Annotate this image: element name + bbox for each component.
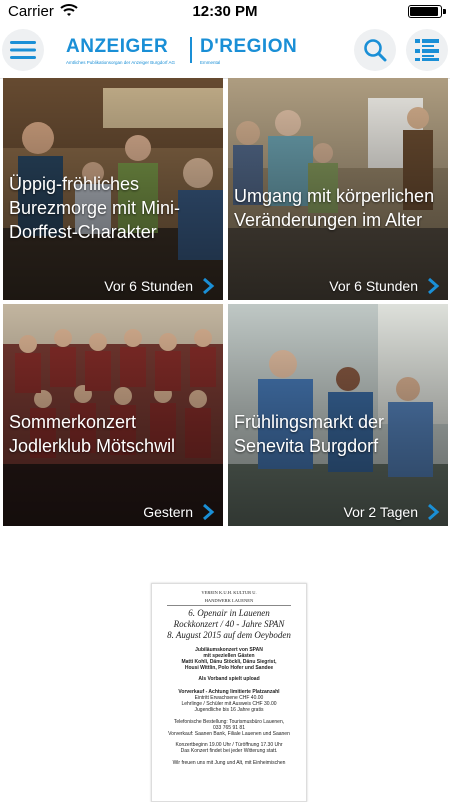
ad-text-line: Das Konzert findet bei jeder Witterung s… bbox=[180, 748, 278, 754]
article-title: Umgang mit körperlichen Veränderungen im… bbox=[234, 186, 435, 230]
ad-poster[interactable]: VEREIN K.U.H. KULTUR U. HANDWERK LAUENEN… bbox=[151, 583, 307, 802]
clock: 12:30 PM bbox=[192, 3, 258, 20]
article-time: Vor 6 Stunden bbox=[329, 278, 418, 294]
article-card[interactable]: Üppig-fröhliches Burezmorge mit Mini-Dor… bbox=[3, 78, 223, 300]
article-card[interactable]: Frühlingsmarkt der Senevita Burgdorf Vor… bbox=[228, 304, 448, 526]
advertisement-area: VEREIN K.U.H. KULTUR U. HANDWERK LAUENEN… bbox=[0, 527, 450, 802]
menu-button[interactable] bbox=[2, 29, 44, 71]
chevron-right-icon bbox=[203, 277, 215, 295]
ad-divider bbox=[167, 605, 291, 606]
article-time: Gestern bbox=[143, 504, 193, 520]
app-header: ANZEIGER D'REGION Amtliches Publikations… bbox=[0, 22, 450, 79]
status-bar: Carrier 12:30 PM bbox=[0, 0, 450, 22]
chevron-right-icon bbox=[203, 503, 215, 521]
article-time: Vor 2 Tagen bbox=[343, 504, 418, 520]
logo-left-text: ANZEIGER bbox=[66, 36, 169, 57]
chevron-right-icon bbox=[428, 503, 440, 521]
article-title: Üppig-fröhliches Burezmorge mit Mini-Dor… bbox=[9, 174, 181, 242]
article-title: Frühlingsmarkt der Senevita Burgdorf bbox=[234, 412, 385, 456]
ad-org-line1: VEREIN K.U.H. KULTUR U. bbox=[201, 590, 257, 595]
ad-headline: 6. Openair in Lauenen bbox=[188, 608, 270, 618]
ad-text-line: Jugendliche bis 16 Jahre gratis bbox=[194, 707, 264, 713]
logo-divider bbox=[190, 37, 192, 63]
list-view-button[interactable] bbox=[406, 29, 448, 71]
logo-right-subtitle: Emmental bbox=[200, 60, 221, 65]
ad-headline: 8. August 2015 auf dem Oeyboden bbox=[167, 630, 291, 640]
ad-org-line2: HANDWERK LAUENEN bbox=[204, 598, 254, 603]
hamburger-icon bbox=[10, 41, 36, 59]
ad-text-line: Housi Wittlin, Polo Hofer und Sandee bbox=[184, 665, 274, 671]
ad-text-line: Vorverkauf: Saanen Bank, Filiale Lauenen… bbox=[168, 731, 290, 737]
logo-left-subtitle: Amtliches Publikationsorgan der Anzeiger… bbox=[66, 60, 176, 65]
ad-text-line: Als Vorband spielt upload bbox=[198, 676, 260, 682]
ad-text-line: Wir freuen uns mit Jung und Alt, mit Ein… bbox=[172, 760, 286, 766]
search-icon bbox=[364, 39, 387, 62]
app-logo[interactable]: ANZEIGER D'REGION Amtliches Publikations… bbox=[66, 36, 306, 72]
ad-headline: Rockkonzert / 40 - Jahre SPAN bbox=[173, 619, 285, 629]
article-title: Sommerkonzert Jodlerklub Mötschwil bbox=[9, 412, 176, 456]
battery-icon bbox=[408, 5, 446, 18]
chevron-right-icon bbox=[428, 277, 440, 295]
list-icon bbox=[415, 39, 439, 61]
article-time: Vor 6 Stunden bbox=[104, 278, 193, 294]
logo-right-text: D'REGION bbox=[200, 36, 298, 57]
article-card[interactable]: Umgang mit körperlichen Veränderungen im… bbox=[228, 78, 448, 300]
article-card[interactable]: Sommerkonzert Jodlerklub Mötschwil Geste… bbox=[3, 304, 223, 526]
search-button[interactable] bbox=[354, 29, 396, 71]
